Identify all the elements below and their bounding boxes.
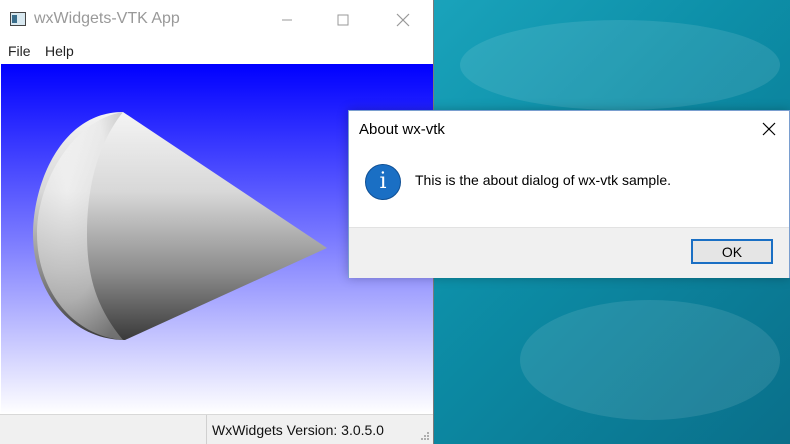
resize-grip-icon[interactable] bbox=[420, 431, 430, 441]
close-icon bbox=[762, 122, 776, 136]
window-title: wxWidgets-VTK App bbox=[34, 10, 180, 27]
about-dialog[interactable]: About wx-vtk i This is the about dialog … bbox=[348, 110, 790, 278]
water-ripple bbox=[520, 300, 780, 420]
title-bar[interactable]: wxWidgets-VTK App bbox=[0, 0, 433, 40]
info-icon: i bbox=[365, 164, 401, 200]
menu-file[interactable]: File bbox=[8, 43, 31, 59]
menu-help[interactable]: Help bbox=[45, 43, 74, 59]
dialog-close-button[interactable] bbox=[759, 119, 779, 139]
maximize-button[interactable] bbox=[320, 0, 366, 40]
menu-bar: File Help bbox=[0, 40, 433, 64]
status-bar: WxWidgets Version: 3.0.5.0 bbox=[0, 414, 433, 444]
dialog-message: This is the about dialog of wx-vtk sampl… bbox=[415, 172, 672, 188]
status-field-empty bbox=[0, 415, 207, 444]
maximize-icon bbox=[337, 14, 349, 26]
dialog-footer: OK bbox=[349, 227, 789, 278]
minimize-button[interactable] bbox=[264, 0, 310, 40]
status-version-text: WxWidgets Version: 3.0.5.0 bbox=[212, 422, 384, 438]
app-icon bbox=[10, 12, 26, 26]
ok-button[interactable]: OK bbox=[691, 239, 773, 264]
close-button[interactable] bbox=[380, 0, 426, 40]
minimize-icon bbox=[282, 19, 292, 21]
dialog-title: About wx-vtk bbox=[359, 121, 445, 138]
water-ripple bbox=[460, 20, 780, 110]
close-icon bbox=[396, 13, 410, 27]
